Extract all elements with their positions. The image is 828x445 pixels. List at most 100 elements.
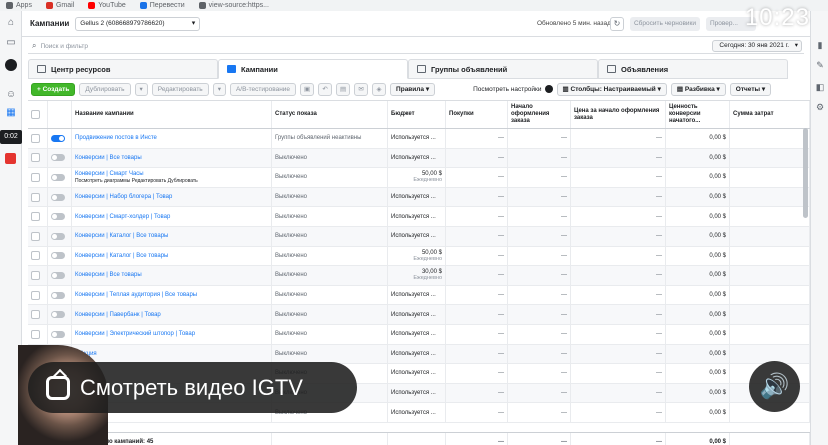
campaign-name-link[interactable]: Конверсии | Каталог | Все товары [75,233,168,239]
edit-button[interactable]: Редактировать [151,82,209,96]
column-header-value[interactable]: Ценность конверсии начатого... [669,104,726,125]
campaign-toggle[interactable] [51,252,65,260]
bookmark-item[interactable]: Apps [6,2,32,9]
campaign-name-link[interactable]: Конверсии | Все товары [75,272,142,278]
view-settings-toggle[interactable]: Посмотреть настройки [473,85,553,93]
campaign-toggle[interactable] [51,213,65,221]
campaign-name-link[interactable]: Конверсии | Теплая аудитория | Все товар… [75,292,197,298]
campaign-name-link[interactable]: Конверсии | Смарт Часы [75,171,144,177]
column-header-checkout[interactable]: Начало оформления заказа [511,104,567,125]
reports-button[interactable]: Отчеты ▾ [729,82,772,96]
table-row[interactable]: Конверсии | Смарт Часы Посмотреть диаграм… [28,168,810,188]
campaign-toggle[interactable] [51,154,65,162]
column-header-name[interactable]: Название кампании [75,111,134,118]
row-checkbox[interactable] [31,251,40,261]
row-checkbox[interactable] [31,270,40,280]
campaign-name-link[interactable]: Продвижение постов в Инсте [75,135,157,141]
table-row[interactable]: Продвижение постов в Инсте Группы объявле… [28,129,810,149]
stop-recording-button[interactable] [5,153,16,164]
tab-ads[interactable]: Объявления [598,59,788,79]
campaign-name-link[interactable]: Конверсии | Смарт-холдер | Товар [75,214,170,220]
campaign-toggle[interactable] [51,291,65,299]
campaign-toggle[interactable] [51,134,65,142]
row-checkbox[interactable] [31,192,40,202]
refresh-button[interactable]: ↻ [610,17,624,31]
undo-button[interactable]: ↶ [318,82,333,96]
bookmark-icon[interactable]: ▭ [5,37,17,49]
campaign-name-link[interactable]: Конверсии | Электрический штопор | Товар [75,331,195,337]
row-checkbox[interactable] [31,290,40,300]
campaign-name-link[interactable]: Конверсии | Все товары [75,155,142,161]
delete-button[interactable]: ▣ [300,82,315,96]
table-row[interactable]: Конверсии | Набор блогера | Товар Выключе… [28,187,810,208]
rules-button[interactable]: Правила ▾ [390,82,436,96]
grid-table-icon[interactable]: ▦ [5,107,17,119]
search-input[interactable]: Поиск и фильтр [40,43,88,50]
table-row[interactable]: Конверсии | Теплая аудитория | Все товар… [28,285,810,306]
bookmark-item[interactable]: view-source:https... [198,2,269,9]
panel-toggle-icon[interactable]: ◧ [814,81,826,93]
duplicate-link[interactable]: Дублировать [168,178,198,184]
campaign-name-link[interactable]: Конверсии | Павербанк | Товар [75,312,161,318]
bar-chart-icon[interactable]: ▮ [814,39,826,51]
table-row[interactable]: Конверсии | Павербанк | Товар Выключено Ис… [28,305,810,325]
row-checkbox[interactable] [31,133,40,143]
sound-button[interactable]: 🔊 [749,361,800,412]
column-header-purchases[interactable]: Покупки [449,111,474,118]
row-checkbox[interactable] [31,172,40,182]
date-range-picker[interactable]: Сегодня: 30 янв 2021 г. [712,40,802,52]
row-checkbox[interactable] [31,310,40,320]
campaign-toggle[interactable] [51,330,65,338]
table-scrollbar[interactable] [803,128,808,218]
cell-checkout: Начало оформления заказа [508,101,571,128]
bookmark-item[interactable]: YouTube [88,2,126,9]
tab-adsets[interactable]: Группы объявлений [408,59,598,79]
campaign-toggle[interactable] [51,232,65,240]
breakdown-button[interactable]: ▤ Разбивка ▾ [670,82,726,96]
view-charts-link[interactable]: Посмотреть диаграммы [75,178,130,184]
tab-resource-center[interactable]: Центр ресурсов [28,59,218,79]
columns-button[interactable]: ▥ Столбцы: Настраиваемый ▾ [556,82,667,96]
select-all-checkbox[interactable] [31,110,40,119]
table-row[interactable]: Конверсии | Смарт-холдер | Товар Выключен… [28,207,810,227]
account-selector[interactable]: Gellus 2 (608668979786620) [75,16,201,31]
column-header-cost[interactable]: Цена за начало оформления заказа [574,108,662,122]
campaign-toggle[interactable] [51,173,65,181]
duplicate-button[interactable]: Дублировать [79,82,131,96]
table-row[interactable]: Конверсии | Каталог | Все товары Выключен… [28,246,810,267]
settings-icon[interactable]: ⚙ [814,101,826,113]
row-checkbox[interactable] [31,153,40,163]
column-header-budget[interactable]: Бюджет [391,111,415,118]
tab-campaigns[interactable]: Кампании [218,59,408,79]
row-checkbox[interactable] [31,212,40,222]
bookmark-item[interactable]: Gmail [45,2,74,9]
watch-igtv-button[interactable]: Смотреть видео IGTV [28,362,357,413]
account-avatar[interactable] [5,59,17,71]
bookmark-item[interactable]: Перевести [139,2,185,9]
emoji-icon[interactable]: ☺ [5,89,17,101]
campaign-name-link[interactable]: Конверсии | Набор блогера | Товар [75,194,172,200]
row-checkbox[interactable] [31,231,40,241]
edit-dropdown-button[interactable]: ▾ [212,82,226,96]
column-header-spend[interactable]: Сумма затрат [733,111,774,118]
home-icon[interactable]: ⌂ [5,17,17,29]
table-row[interactable]: Конверсии | Электрический штопор | Товар… [28,325,810,345]
ab-test-button[interactable]: A/B-тестирование [229,82,297,96]
campaign-toggle[interactable] [51,311,65,319]
archive-button[interactable]: ▤ [336,82,351,96]
edit-link[interactable]: Редактировать [132,178,167,184]
table-row[interactable]: Конверсии | Все товары Выключено 30,00 $ Еж… [28,266,810,286]
comment-button[interactable]: ✉ [354,82,369,96]
campaign-name-link[interactable]: Конверсии | Каталог | Все товары [75,253,168,259]
campaign-toggle[interactable] [51,271,65,279]
column-header-status[interactable]: Статус показа [275,111,317,118]
tag-button[interactable]: ◈ [372,82,387,96]
row-checkbox[interactable] [31,329,40,339]
table-row[interactable]: Конверсии | Все товары Выключено Используе… [28,148,810,169]
discard-drafts-button[interactable]: Сбросить черновики [630,17,700,31]
create-button[interactable]: + Создать [31,82,76,96]
pencil-icon[interactable]: ✎ [814,59,826,71]
duplicate-dropdown-button[interactable]: ▾ [134,82,148,96]
campaign-toggle[interactable] [51,193,65,201]
table-row[interactable]: Конверсии | Каталог | Все товары Выключен… [28,227,810,247]
